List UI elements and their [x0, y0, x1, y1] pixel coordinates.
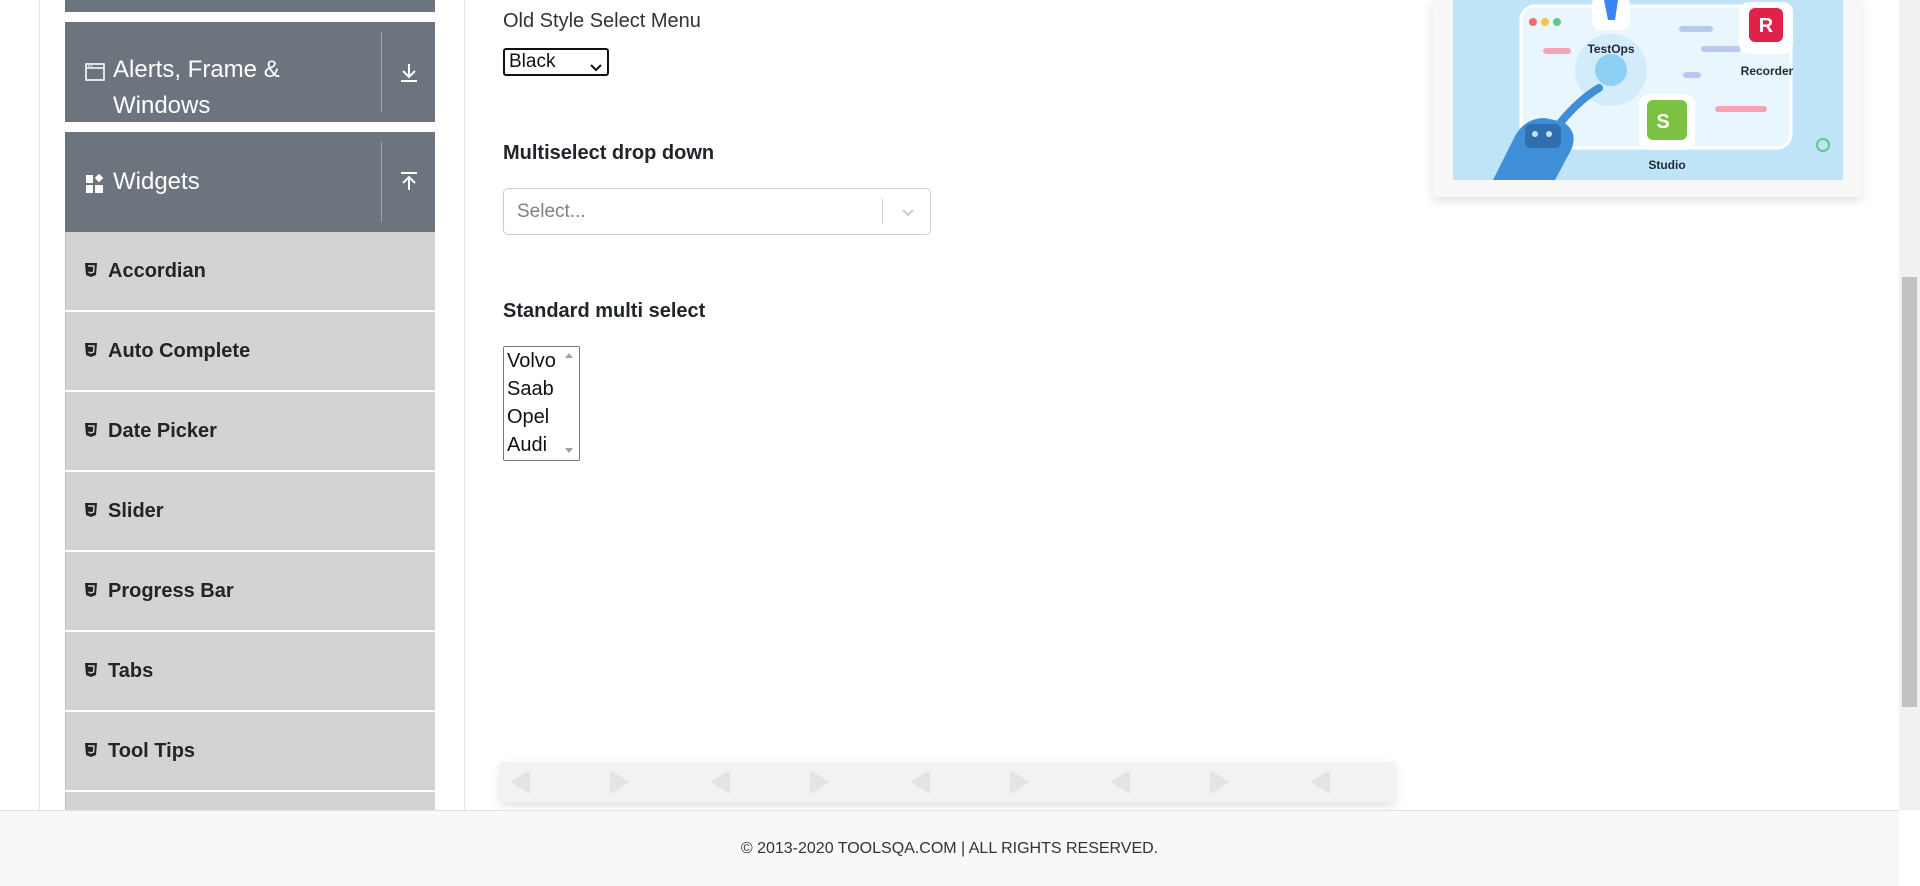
html5-icon: [84, 662, 98, 683]
left-sidebar: Alerts, Frame & Windows Widgets Accordia…: [65, 0, 435, 810]
menu-item-next[interactable]: [65, 792, 435, 810]
menu-item-label: Accordian: [108, 260, 206, 282]
multiselect-placeholder: Select...: [517, 201, 586, 222]
main-content: Old Style Select Menu Black Multiselect …: [503, 0, 1403, 810]
option-opel[interactable]: Opel: [507, 403, 549, 431]
multiselect-dropdown[interactable]: Select...: [503, 188, 931, 235]
bottom-ad-banner[interactable]: [500, 762, 1395, 802]
page-footer: © 2013-2020 TOOLSQA.COM | ALL RIGHTS RES…: [0, 810, 1899, 886]
menu-item-label: Date Picker: [108, 420, 217, 442]
advertisement-card[interactable]: TestOps R Recorder S Studio: [1433, 0, 1861, 197]
window-icon: [85, 63, 105, 86]
menu-item-tabs[interactable]: Tabs: [65, 632, 435, 710]
menu-item-label: Auto Complete: [108, 340, 251, 362]
html5-icon: [84, 742, 98, 763]
menu-item-tool-tips[interactable]: Tool Tips: [65, 712, 435, 790]
option-saab[interactable]: Saab: [507, 375, 554, 403]
menu-item-auto-complete[interactable]: Auto Complete: [65, 312, 435, 390]
menu-item-label: Tabs: [108, 660, 154, 682]
menu-item-slider[interactable]: Slider: [65, 472, 435, 550]
widgets-icon: [85, 173, 105, 199]
menu-item-progress-bar[interactable]: Progress Bar: [65, 552, 435, 630]
studio-logo-letter: S: [1656, 111, 1669, 133]
menu-item-date-picker[interactable]: Date Picker: [65, 392, 435, 470]
studio-label: Studio: [1648, 158, 1685, 172]
upload-arrow-icon[interactable]: [382, 132, 435, 232]
group-header-previous[interactable]: [65, 0, 435, 12]
group-title-alerts: Alerts, Frame & Windows: [113, 52, 280, 124]
download-arrow-icon[interactable]: [382, 22, 435, 122]
html5-icon: [84, 262, 98, 283]
option-audi[interactable]: Audi: [507, 431, 547, 459]
group-header-alerts[interactable]: Alerts, Frame & Windows: [65, 22, 435, 122]
recorder-logo-letter: R: [1759, 15, 1774, 37]
listbox-scrollbar[interactable]: [559, 347, 579, 460]
group-title-line2: Windows: [113, 92, 211, 119]
standard-multi-label: Standard multi select: [503, 300, 706, 322]
recorder-label: Recorder: [1741, 64, 1794, 78]
indicator-separator: [882, 199, 883, 224]
old-select-value: Black: [509, 51, 556, 72]
page-scrollbar-thumb[interactable]: [1902, 277, 1917, 707]
testops-label: TestOps: [1587, 42, 1634, 56]
menu-item-label: Tool Tips: [108, 740, 196, 762]
group-header-widgets[interactable]: Widgets: [65, 132, 435, 232]
group-title-widgets: Widgets: [113, 168, 200, 195]
banner-pattern: [510, 770, 1330, 794]
menu-item-label: Progress Bar: [108, 580, 234, 602]
option-volvo[interactable]: Volvo: [507, 347, 556, 375]
chevron-down-icon: [590, 56, 602, 80]
menu-item-label: Slider: [108, 500, 164, 522]
old-style-select[interactable]: Black: [503, 48, 609, 76]
menu-item-accordian[interactable]: Accordian: [65, 232, 435, 310]
html5-icon: [84, 582, 98, 603]
left-gutter-line: [39, 0, 40, 810]
group-title-line1: Alerts, Frame &: [113, 56, 280, 83]
old-select-label: Old Style Select Menu: [503, 10, 701, 32]
widgets-menu-list: Accordian Auto Complete Date Picker Slid…: [65, 232, 435, 810]
html5-icon: [84, 342, 98, 363]
katalon-ad-illustration: TestOps R Recorder S Studio: [1453, 0, 1843, 180]
sidebar-divider: [464, 0, 465, 810]
chevron-down-icon[interactable]: [898, 202, 918, 227]
multiselect-label: Multiselect drop down: [503, 142, 715, 164]
standard-multi-select[interactable]: Volvo Saab Opel Audi: [503, 346, 580, 461]
footer-copyright: © 2013-2020 TOOLSQA.COM | ALL RIGHTS RES…: [740, 840, 1159, 857]
html5-icon: [84, 422, 98, 443]
html5-icon: [84, 502, 98, 523]
